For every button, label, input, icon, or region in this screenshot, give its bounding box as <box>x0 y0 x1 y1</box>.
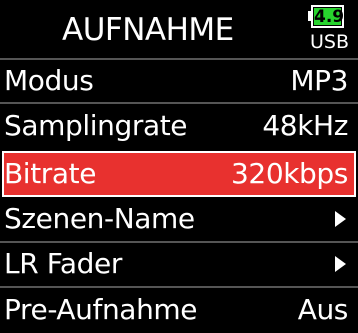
menu-item-value: Aus <box>297 293 349 326</box>
divider <box>0 102 358 104</box>
menu-item-label: Szenen-Name <box>4 202 195 235</box>
menu-item-label: Pre-Aufnahme <box>4 293 198 326</box>
menu-item-bitrate[interactable]: Bitrate 320kbps <box>2 151 356 197</box>
menu-item-pre-aufnahme[interactable]: Pre-Aufnahme Aus <box>0 289 358 331</box>
power-source-label: USB <box>310 31 350 53</box>
battery-fill: 4.9 <box>314 7 345 27</box>
menu-item-label: Bitrate <box>4 157 97 190</box>
menu-item-szenen-name[interactable]: Szenen-Name <box>0 198 358 240</box>
menu-item-value: MP3 <box>290 64 348 97</box>
menu-item-label: Modus <box>4 64 94 97</box>
battery-indicator: 4.9 USB <box>307 3 350 55</box>
menu-item-value: 320kbps <box>231 157 348 190</box>
menu-item-label: Samplingrate <box>4 109 188 142</box>
recording-menu-screen: AUFNAHME 4.9 USB Modus MP3 Samplingrate … <box>0 0 358 333</box>
menu-item-label: LR Fader <box>4 247 122 280</box>
header-bar: AUFNAHME 4.9 USB <box>0 0 358 58</box>
divider <box>0 286 358 288</box>
page-title: AUFNAHME <box>62 12 234 48</box>
arrow-right-icon <box>335 256 346 272</box>
menu-item-samplingrate[interactable]: Samplingrate 48kHz <box>0 105 358 147</box>
battery-level-text: 4.9 <box>314 7 345 27</box>
menu-item-modus[interactable]: Modus MP3 <box>0 60 358 102</box>
battery-icon: 4.9 <box>311 5 344 28</box>
arrow-right-icon <box>335 211 346 227</box>
menu-item-value: 48kHz <box>262 109 348 142</box>
menu-item-lr-fader[interactable]: LR Fader <box>0 243 358 285</box>
